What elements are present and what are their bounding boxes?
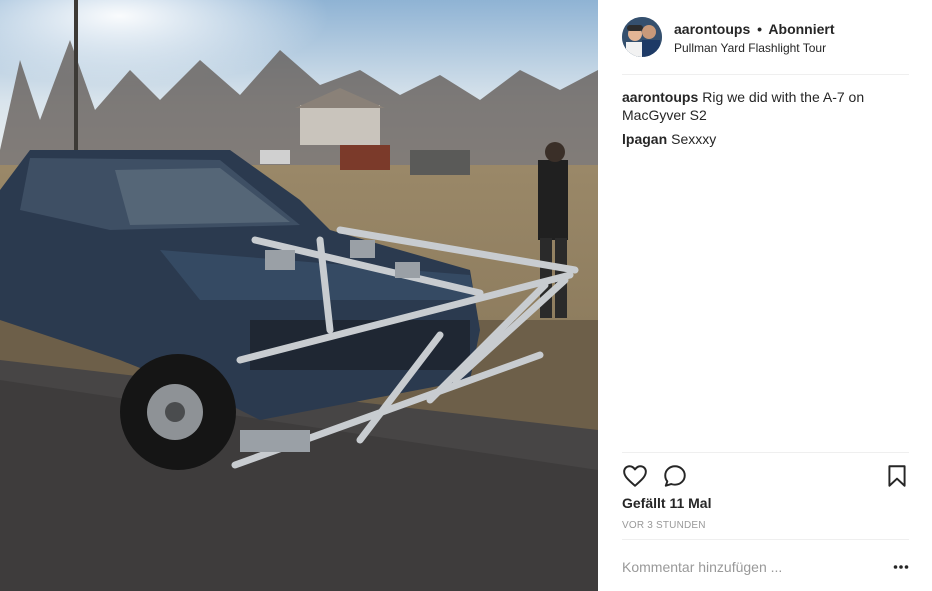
- comment-item: lpagan Sexxxy: [622, 130, 909, 148]
- author-username[interactable]: aarontoups: [674, 21, 750, 37]
- likes-count[interactable]: Gefällt 11 Mal: [622, 494, 711, 512]
- comment-input[interactable]: [622, 555, 872, 579]
- bookmark-icon[interactable]: [884, 463, 910, 489]
- more-options-icon[interactable]: [893, 560, 909, 574]
- comment-author[interactable]: aarontoups: [622, 89, 698, 105]
- follow-status[interactable]: Abonniert: [768, 21, 834, 37]
- comment-list: aarontoups Rig we did with the A-7 on Mac…: [622, 88, 909, 154]
- comment-author[interactable]: lpagan: [622, 131, 667, 147]
- comment-caption: aarontoups Rig we did with the A-7 on Mac…: [622, 88, 909, 124]
- post-timestamp: VOR 3 STUNDEN: [622, 520, 706, 531]
- post-header: aarontoups • Abonniert Pullman Yard Flas…: [622, 17, 909, 75]
- post-location[interactable]: Pullman Yard Flashlight Tour: [674, 40, 835, 56]
- avatar[interactable]: [622, 17, 662, 57]
- separator-dot: •: [757, 21, 763, 37]
- post-side-panel: aarontoups • Abonniert Pullman Yard Flas…: [598, 0, 932, 591]
- add-comment-section: [622, 539, 909, 591]
- post-actions: [622, 452, 909, 496]
- comment-icon[interactable]: [662, 463, 688, 489]
- comment-text: Sexxxy: [671, 131, 717, 147]
- heart-icon[interactable]: [622, 463, 648, 489]
- truck-rig-photo: [0, 0, 598, 591]
- post-photo[interactable]: [0, 0, 598, 591]
